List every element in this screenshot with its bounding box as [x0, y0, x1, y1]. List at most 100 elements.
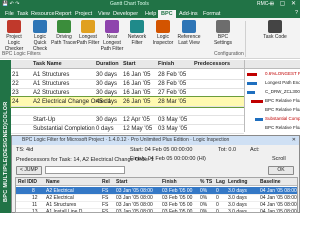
tab-add-ins[interactable]: Add-ins [176, 10, 201, 18]
tab-help[interactable]: Help [142, 10, 159, 18]
predecessor-cell-id: 13 [32, 209, 38, 213]
ribbon-icon [130, 20, 144, 33]
task-cell-start: 12 May '05 [123, 126, 153, 132]
ribbon-button-network-filter[interactable]: Network Filter [124, 20, 150, 50]
ribbon-button-label: Longest Path Filter [76, 34, 100, 46]
ribbon-button-logic-inspector[interactable]: Logic Inspector [150, 20, 176, 50]
task-row[interactable]: Substantial Completion 0 days 12 May '05 03… [11, 124, 244, 134]
ribbon: BPC Logic Filters Configuration Project … [0, 18, 300, 59]
ribbon-button-label: Network Filter [127, 34, 147, 46]
ribbon-icon [105, 20, 119, 33]
ribbon-button-driving-path-tracer[interactable]: Driving Path Tracer [51, 20, 77, 50]
gantt-bar-label: BPC Relative Float (d): 0 [265, 107, 300, 112]
dialog-info-row: TS: 4id Start: 04 Feb 05 00:00:00 Tot: 0… [12, 146, 299, 156]
ribbon-icon [33, 20, 47, 33]
task-cell-name: Substantial Completion [33, 126, 95, 132]
predecessor-column-header[interactable]: % TS [200, 179, 212, 185]
ts-value: 4id [26, 147, 34, 153]
task-table-header: Task Name Duration Start Finish Predecessors [11, 60, 244, 69]
ribbon-button-task-code[interactable]: Task Code [253, 20, 297, 50]
ribbon-button-label: Driving Path Tracer [51, 34, 77, 46]
task-cell-duration: 0 days [96, 126, 114, 132]
finish-info: Finish: 04 Feb 05 00:00:00 (Hl) [130, 156, 206, 162]
predecessor-column-header[interactable]: Rel [102, 179, 110, 185]
jump-target-field[interactable] [45, 166, 125, 174]
predecessor-table-header: Rel ID ID Name Rel Start Finish % TS Lag Lending… [16, 178, 297, 186]
predecessor-column-header[interactable]: Start [116, 179, 127, 185]
gantt-bar-label: 0.6%LONGEST PATH [265, 71, 300, 76]
side-banner-text: BPC MULTIPLE(DESIGNED)COLOR [3, 101, 9, 202]
column-header[interactable]: Start [123, 61, 136, 67]
window-controls[interactable]: — ▢ ✕ [268, 0, 298, 7]
ribbon-button-label: Project Logic Checker [4, 34, 24, 52]
ribbon-button-logic-quick-check[interactable]: Logic Quick Check [27, 20, 53, 52]
predecessor-column-header[interactable]: Lag [216, 179, 225, 185]
ribbon-icon [81, 20, 95, 33]
help-icon[interactable]: ? [295, 10, 298, 16]
task-cell-finish: 03 May '05 [158, 126, 188, 132]
tab-bpc[interactable]: BPC [158, 10, 176, 18]
predecessor-cell-lag: 0 [216, 209, 219, 213]
ribbon-icon [216, 20, 230, 33]
ribbon-button-label: Logic Inspector [152, 34, 174, 46]
total-float: Tot: 0.0 [218, 147, 237, 153]
ribbon-icon [7, 20, 21, 33]
gantt-bar-label: Longest Path Ending [265, 80, 300, 85]
tab-developer[interactable]: Developer [110, 10, 141, 18]
gantt-chart[interactable]: 0.6%LONGEST PATH Longest Path Ending C_DRW… [244, 60, 300, 132]
gantt-bar-label: C_DRW_ZCL3000D [265, 89, 300, 94]
predecessor-cell-baseline: 04 Jan '05 08:00 [260, 209, 297, 213]
ribbon-group-label: Configuration [214, 51, 244, 57]
gantt-bar-label: BPC Relative Float (d): 0 [265, 125, 300, 130]
ribbon-icon [156, 20, 170, 33]
task-table: Task Name Duration Start Finish Predecessors… [10, 60, 245, 134]
ribbon-button-longest-path-filter[interactable]: Longest Path Filter [75, 20, 101, 50]
ribbon-button-bpc-settings[interactable]: BPC Settings [210, 20, 236, 50]
actual-label: Act: [250, 147, 260, 153]
predecessor-column-header[interactable]: ID [32, 179, 37, 185]
gantt-timescale [245, 60, 300, 69]
gantt-bar[interactable] [247, 82, 257, 85]
quick-access-toolbar[interactable]: 💾 ↶ ↷ [2, 1, 19, 7]
predecessor-column-header[interactable]: Name [46, 179, 60, 185]
gantt-bar[interactable] [255, 118, 263, 121]
gantt-bar[interactable] [247, 91, 255, 94]
jump-button[interactable]: < JUMP [16, 166, 42, 175]
column-header[interactable]: Predecessors [194, 61, 230, 67]
ribbon-icon [268, 20, 282, 33]
column-header[interactable]: Duration [96, 61, 119, 67]
ribbon-button-near-longest-path-filter[interactable]: Near Longest Path Filter [99, 20, 125, 52]
predecessor-row[interactable]: 13 A1 Install Line D FS 03 Jan '05 08:00 03 … [16, 208, 297, 213]
predecessor-cell-name: A1 Install Line D [46, 209, 83, 213]
ribbon-button-label: Reference Last View [177, 34, 201, 46]
ribbon-icon [57, 20, 71, 33]
logic-inspector-dialog: BPC Logic Filter for Microsoft Project ·… [11, 135, 300, 213]
predecessor-column-header[interactable]: Baseline [260, 179, 281, 185]
column-header[interactable]: Finish [158, 61, 174, 67]
predecessor-column-header[interactable]: Rel ID [18, 179, 32, 185]
ribbon-button-project-logic-checker[interactable]: Project Logic Checker [1, 20, 27, 52]
predecessor-cell-ts: 0% [200, 209, 208, 213]
start-info: Start: 04 Feb 05 00:00:00 [130, 147, 193, 153]
ribbon-button-label: Task Code [263, 34, 287, 40]
gantt-bar[interactable] [251, 100, 263, 103]
gantt-bar[interactable] [247, 73, 257, 76]
tab-format[interactable]: Format [200, 10, 223, 18]
gantt-bar-label: Substantial Completion [265, 116, 300, 121]
dialog-title: BPC Logic Filter for Microsoft Project ·… [22, 137, 230, 143]
ribbon-button-label: BPC Settings [213, 34, 233, 46]
ribbon-button-reference-last-view[interactable]: Reference Last View [176, 20, 202, 50]
tab-project[interactable]: Project [72, 10, 95, 18]
predecessor-column-header[interactable]: Lending [228, 179, 247, 185]
predecessor-cell-finish: 03 Feb '05 00 [162, 209, 193, 213]
ribbon-separator [245, 21, 246, 57]
predecessor-column-header[interactable]: Finish [162, 179, 177, 185]
ribbon-button-label: Near Longest Path Filter [100, 34, 124, 52]
side-banner: BPC MULTIPLE(DESIGNED)COLOR [0, 60, 11, 213]
column-header[interactable]: Task Name [33, 61, 62, 67]
predecessor-cell-rel: FS [102, 209, 109, 213]
scroll-label[interactable]: Scroll [272, 156, 286, 162]
ribbon-icon [182, 20, 196, 33]
ok-button[interactable]: OK [268, 166, 294, 175]
close-icon[interactable]: ✕ [292, 136, 296, 145]
